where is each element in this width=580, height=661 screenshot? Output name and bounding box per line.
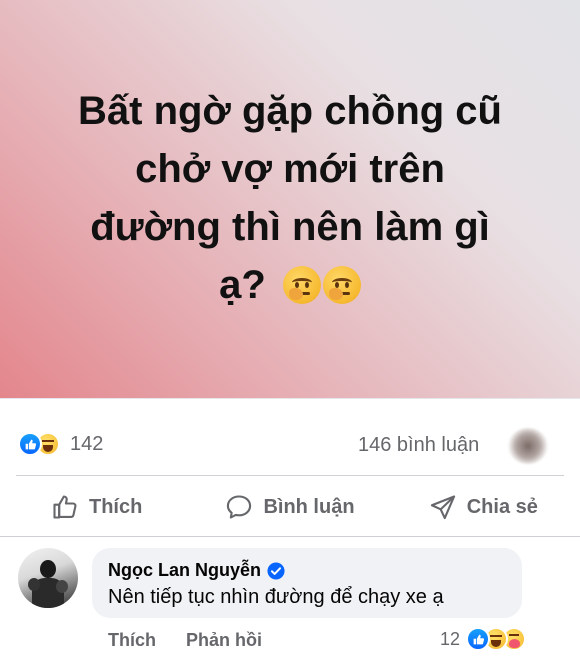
comment-button-label: Bình luận (263, 495, 355, 518)
like-icon (466, 627, 491, 651)
post-actions-row: Thích Bình luận Chia sẻ (0, 484, 580, 530)
comment-count-link[interactable]: 146 bình luận (358, 434, 479, 457)
thinking-face-emoji (322, 266, 361, 304)
banner-line-3: đường thì nên làm gì (90, 205, 490, 249)
divider (0, 536, 580, 537)
post-banner: Bất ngờ gặp chồng cũ chở vợ mới trên đườ… (0, 0, 580, 398)
share-icon (430, 495, 455, 520)
banner-line-4: ạ? (30, 256, 550, 314)
post-banner-text: Bất ngờ gặp chồng cũ chở vợ mới trên đườ… (30, 82, 550, 314)
banner-line-4-text: ạ? (219, 263, 266, 307)
viewer-avatar[interactable] (508, 428, 548, 464)
comment-like-button[interactable]: Thích (108, 630, 156, 651)
reaction-count: 142 (70, 432, 104, 455)
reaction-summary[interactable]: 142 (18, 432, 103, 456)
post-stats-row: 142 146 bình luận (0, 428, 580, 464)
comment-reply-button[interactable]: Phản hồi (186, 630, 262, 651)
comment-bubble: Ngọc Lan Nguyễn Nên tiếp tục nhìn đường … (92, 548, 522, 618)
comment-reaction-count: 12 (440, 628, 461, 649)
comment-text: Nên tiếp tục nhìn đường để chạy xe ạ (108, 586, 444, 608)
comment-button[interactable]: Bình luận (193, 484, 386, 530)
comment-reaction-summary[interactable]: 12 (440, 627, 527, 651)
comment-author-name[interactable]: Ngọc Lan Nguyễn (108, 560, 261, 581)
like-button[interactable]: Thích (0, 484, 193, 530)
comment-icon (227, 495, 252, 519)
comment-actions: Thích Phản hồi (108, 630, 292, 651)
thinking-face-emoji (282, 266, 321, 304)
share-button[interactable]: Chia sẻ (387, 484, 580, 530)
divider (0, 398, 580, 399)
comment-author[interactable]: Ngọc Lan Nguyễn (108, 560, 285, 581)
avatar[interactable] (18, 548, 78, 608)
like-button-label: Thích (88, 495, 143, 518)
banner-line-1: Bất ngờ gặp chồng cũ (78, 89, 502, 133)
verified-badge-icon (267, 561, 285, 580)
divider (16, 475, 564, 476)
like-icon (18, 432, 42, 456)
thumbs-up-icon (53, 495, 77, 519)
banner-line-2: chở vợ mới trên (135, 147, 445, 191)
share-button-label: Chia sẻ (466, 495, 538, 518)
